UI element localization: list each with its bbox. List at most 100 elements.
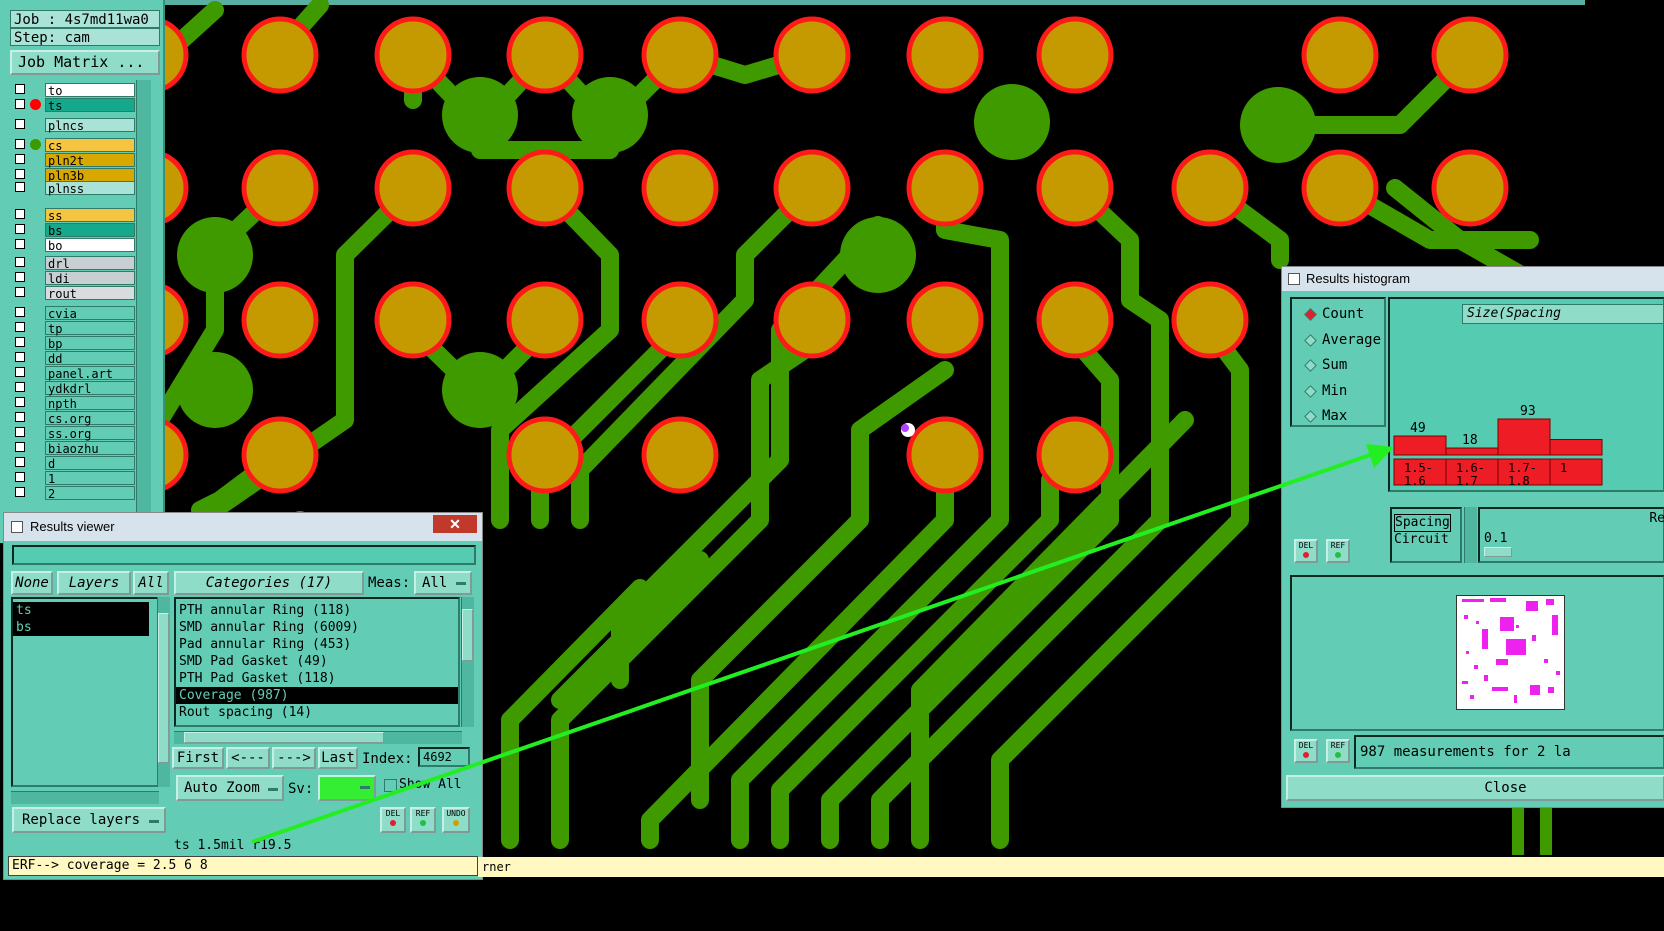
histogram-bar[interactable] — [1549, 439, 1603, 456]
close-button[interactable]: ✕ — [433, 515, 477, 533]
layer-row-npth[interactable]: npth — [12, 395, 135, 411]
auto-zoom-dropdown[interactable]: Auto Zoom — [176, 775, 284, 801]
none-button[interactable]: None — [11, 571, 53, 595]
layer-row-ldi[interactable]: ldi — [12, 270, 135, 286]
layer-checkbox[interactable] — [15, 442, 25, 452]
layer-row-dd[interactable]: dd — [12, 350, 135, 366]
category-item[interactable]: PTH Pad Gasket (118) — [176, 670, 458, 687]
layer-name[interactable]: panel.art — [45, 366, 135, 381]
measurement-map[interactable] — [1456, 595, 1566, 711]
del-button[interactable]: DEL — [380, 807, 406, 833]
layer-row-ss[interactable]: ss — [12, 207, 135, 223]
layer-row-ydkdrl[interactable]: ydkdrl — [12, 380, 135, 396]
layer-name[interactable]: drl — [45, 256, 135, 271]
layer-name[interactable]: dd — [45, 351, 135, 366]
ref-button-2[interactable]: REF — [1326, 739, 1350, 763]
layer-row-ss-org[interactable]: ss.org — [12, 425, 135, 441]
layer-row-plncs[interactable]: plncs — [12, 117, 135, 133]
layer-checkbox[interactable] — [15, 457, 25, 467]
layer-name[interactable]: biaozhu — [45, 441, 135, 456]
category-item[interactable]: SMD annular Ring (6009) — [176, 619, 458, 636]
show-all-checkbox[interactable] — [384, 779, 397, 792]
layer-row-to[interactable]: to — [12, 82, 135, 98]
layer-checkbox[interactable] — [15, 84, 25, 94]
layer-name[interactable]: plnss — [45, 181, 135, 196]
layer-name[interactable]: ydkdrl — [45, 381, 135, 396]
category-item[interactable]: Coverage (987) — [176, 687, 458, 704]
layer-checkbox[interactable] — [15, 307, 25, 317]
del-button[interactable]: DEL — [1294, 539, 1318, 563]
undo-button[interactable]: UNDO — [442, 807, 470, 833]
all-button[interactable]: All — [133, 571, 169, 595]
layer-checkbox[interactable] — [15, 119, 25, 129]
layer-name[interactable]: ss.org — [45, 426, 135, 441]
layer-checkbox[interactable] — [15, 337, 25, 347]
layer-list-scrollbar[interactable] — [157, 597, 170, 787]
layer-checkbox[interactable] — [15, 427, 25, 437]
re-slider[interactable] — [1484, 547, 1512, 557]
category-item[interactable]: Pad annular Ring (453) — [176, 636, 458, 653]
layer-name[interactable]: cs.org — [45, 411, 135, 426]
layer-row-ts[interactable]: ts — [12, 97, 135, 113]
layer-name[interactable]: pln2t — [45, 153, 135, 168]
meas-dropdown[interactable]: All — [414, 571, 472, 595]
layer-name[interactable]: 1 — [45, 471, 135, 486]
command-line[interactable]: ERF--> coverage = 2.5 6 8 — [8, 856, 478, 876]
type-list-scrollbar[interactable] — [1464, 507, 1477, 563]
next-button[interactable]: ---> — [272, 747, 316, 769]
layer-name[interactable]: tp — [45, 321, 135, 336]
ref-button[interactable]: REF — [1326, 539, 1350, 563]
layer-name[interactable]: npth — [45, 396, 135, 411]
layer-row-plnss[interactable]: plnss — [12, 180, 135, 196]
categories-button[interactable]: Categories (17) — [174, 571, 364, 595]
categories-list[interactable]: PTH annular Ring (118) SMD annular Ring (… — [174, 597, 460, 727]
layer-row-pln2t[interactable]: pln2t — [12, 152, 135, 168]
categories-scrollbar[interactable] — [461, 597, 474, 727]
layer-result-list[interactable]: ts bs — [11, 597, 161, 787]
layer-row-bp[interactable]: bp — [12, 335, 135, 351]
type-item[interactable]: Circuit — [1394, 532, 1458, 548]
layer-name[interactable]: bo — [45, 238, 135, 253]
layer-row-drl[interactable]: drl — [12, 255, 135, 271]
layer-checkbox[interactable] — [15, 472, 25, 482]
layer-checkbox[interactable] — [15, 99, 25, 109]
layer-checkbox[interactable] — [15, 287, 25, 297]
layer-name[interactable]: d — [45, 456, 135, 471]
layer-name[interactable]: bp — [45, 336, 135, 351]
type-list[interactable]: Spacing Circuit — [1390, 507, 1462, 563]
layer-name[interactable]: plncs — [45, 118, 135, 133]
ref-button[interactable]: REF — [410, 807, 436, 833]
layer-row-cvia[interactable]: cvia — [12, 305, 135, 321]
layer-checkbox[interactable] — [15, 322, 25, 332]
histogram-chart[interactable]: 49 1.5-1.6 18 1.6-1.7 93 1.7-1.8 1 — [1390, 299, 1664, 492]
layer-checkbox[interactable] — [15, 272, 25, 282]
layer-name[interactable]: to — [45, 83, 135, 98]
layer-checkbox[interactable] — [15, 257, 25, 267]
layer-row-tp[interactable]: tp — [12, 320, 135, 336]
histogram-bar[interactable] — [1393, 435, 1447, 456]
layer-row-bo[interactable]: bo — [12, 237, 135, 253]
layer-checkbox[interactable] — [15, 352, 25, 362]
replace-layers-dropdown[interactable]: Replace layers — [12, 807, 166, 833]
layer-checkbox[interactable] — [15, 209, 25, 219]
prev-button[interactable]: <--- — [226, 747, 270, 769]
layer-result-item[interactable]: bs — [13, 619, 149, 636]
first-button[interactable]: First — [172, 747, 224, 769]
layer-name[interactable]: rout — [45, 286, 135, 301]
layer-row-2[interactable]: 2 — [12, 485, 135, 501]
results-text-field[interactable] — [12, 545, 476, 565]
sv-color-dropdown[interactable] — [318, 775, 376, 801]
layer-name[interactable]: bs — [45, 223, 135, 238]
category-item[interactable]: SMD Pad Gasket (49) — [176, 653, 458, 670]
layer-name[interactable]: cvia — [45, 306, 135, 321]
layer-row-biaozhu[interactable]: biaozhu — [12, 440, 135, 456]
category-item[interactable]: Rout spacing (14) — [176, 704, 458, 721]
layer-scrollbar[interactable] — [136, 80, 151, 535]
histogram-bar[interactable] — [1497, 418, 1551, 456]
layer-row-cs-org[interactable]: cs.org — [12, 410, 135, 426]
type-item[interactable]: Spacing — [1394, 514, 1451, 532]
layer-checkbox[interactable] — [15, 412, 25, 422]
layer-row-d[interactable]: d — [12, 455, 135, 471]
index-input[interactable]: 4692 — [418, 747, 470, 767]
layer-checkbox[interactable] — [15, 367, 25, 377]
